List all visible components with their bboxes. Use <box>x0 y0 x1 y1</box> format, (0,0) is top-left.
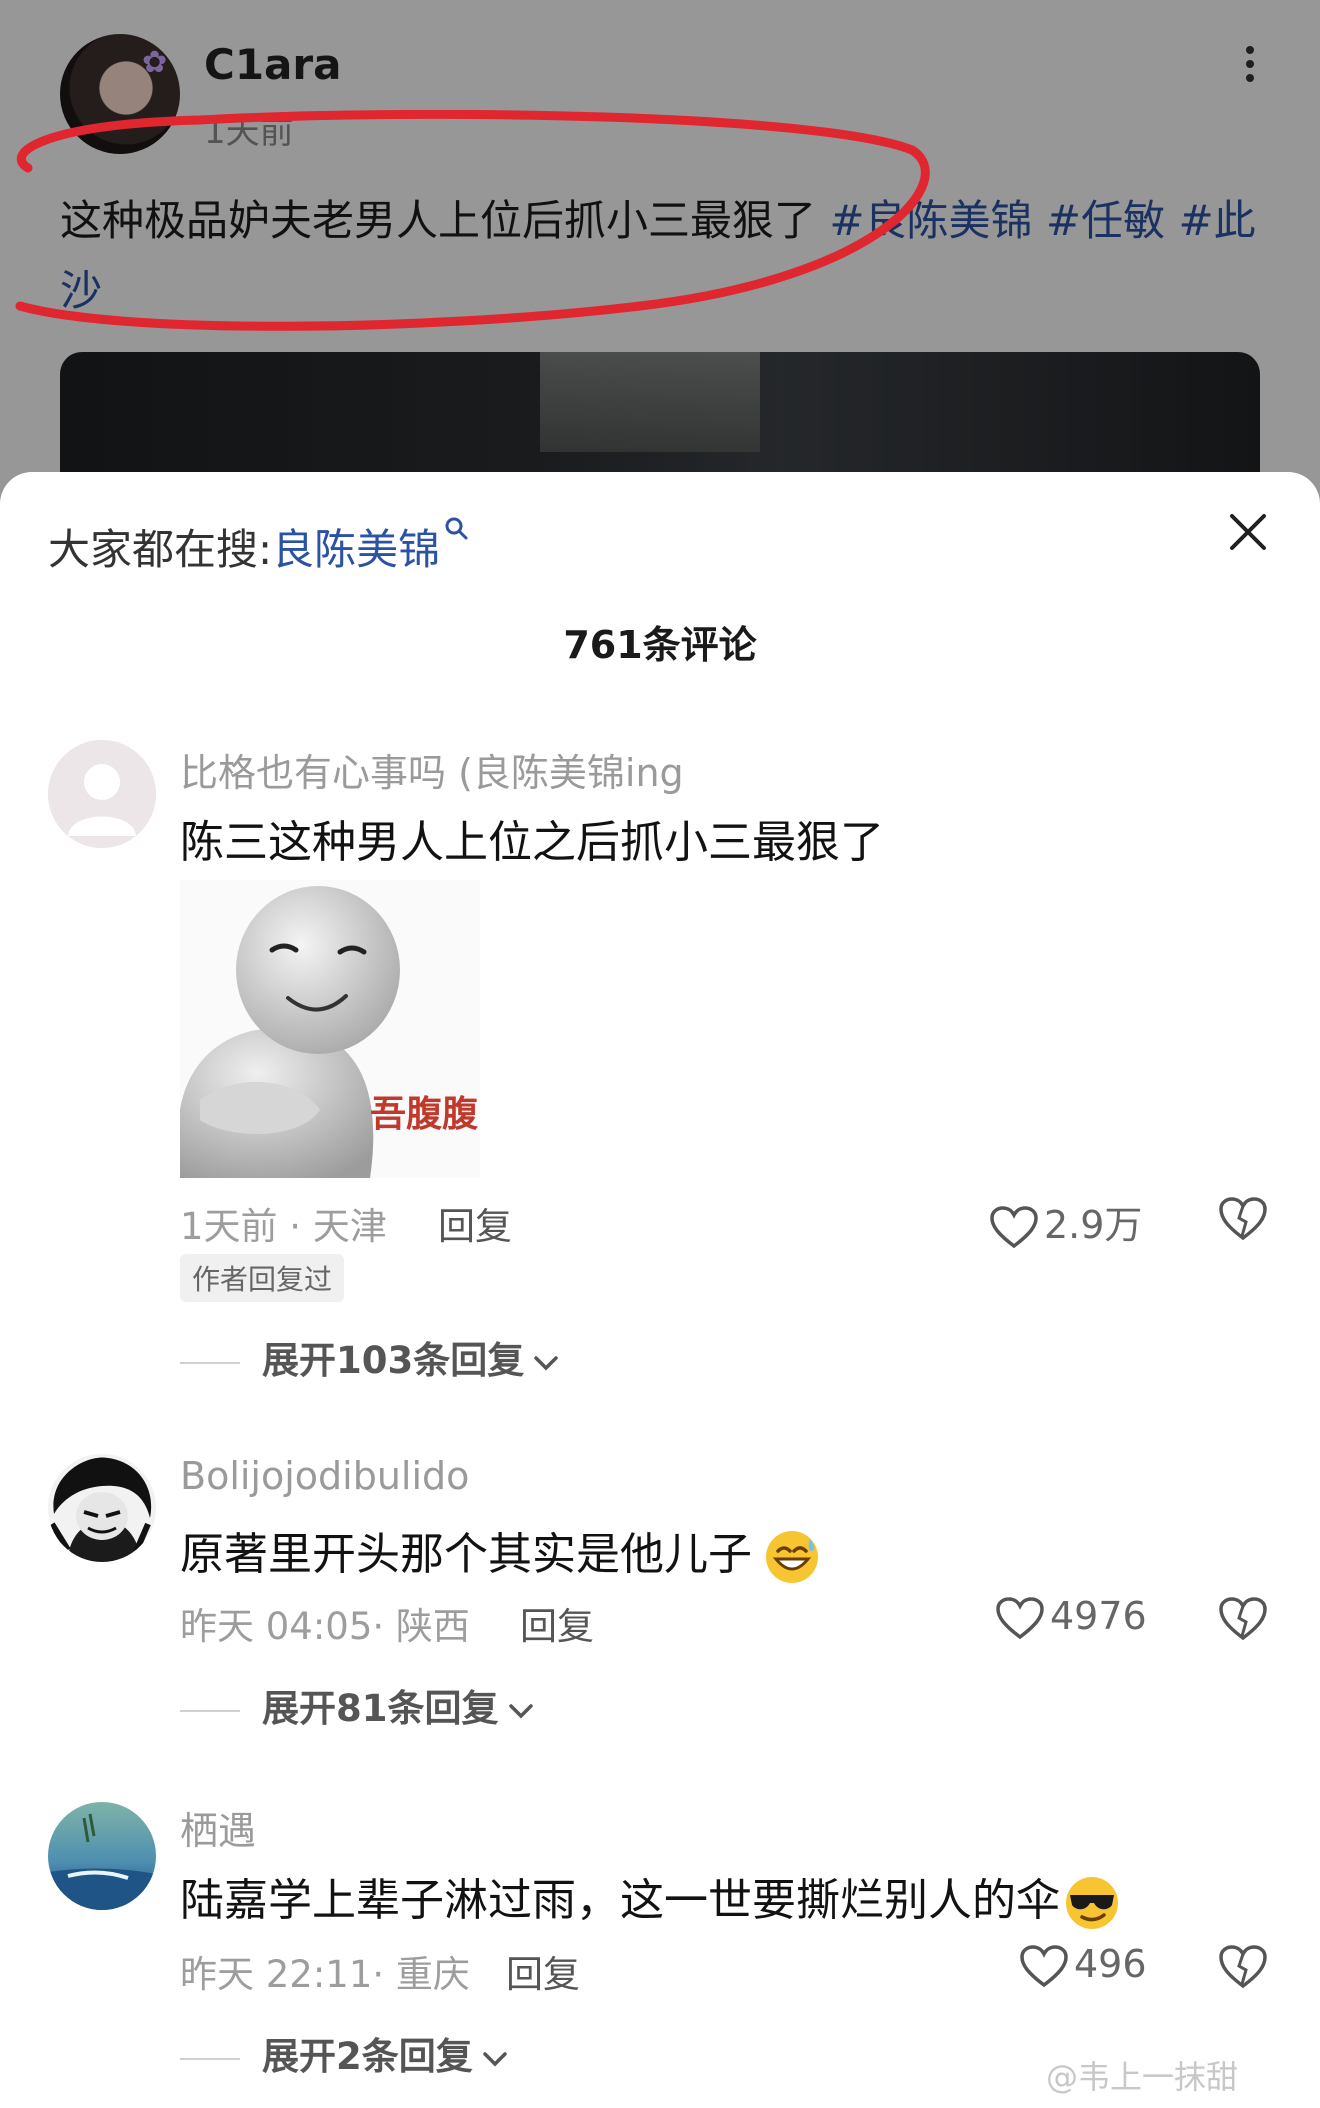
meme-sticker-image[interactable]: 吾腹腹 <box>180 880 480 1178</box>
background-post: ✿ C1ara 1天前 这种极品妒夫老男人上位后抓小三最狠了 #良陈美锦 #任敏… <box>0 0 1320 520</box>
sunglasses-emoji <box>1066 1877 1118 1929</box>
heart-icon <box>990 1205 1038 1248</box>
reply-button[interactable]: 回复 <box>520 1596 594 1650</box>
chevron-down-icon <box>483 2051 507 2066</box>
landscape-avatar-image <box>48 1802 156 1910</box>
comment-meta: 昨天 22:11· 重庆 <box>180 1953 470 1996</box>
broken-heart-icon[interactable] <box>1218 1596 1268 1642</box>
comment-avatar[interactable] <box>48 1454 156 1562</box>
trending-search[interactable]: 大家都在搜:良陈美锦 <box>48 516 470 577</box>
trending-search-term[interactable]: 良陈美锦 <box>272 525 440 574</box>
expand-replies-button[interactable]: 展开81条回复 <box>180 1678 535 1732</box>
reply-button[interactable]: 回复 <box>506 1944 580 1998</box>
default-avatar-icon <box>48 740 156 848</box>
heart-icon <box>996 1596 1044 1639</box>
comment-avatar[interactable] <box>48 1802 156 1910</box>
comment-text-body: 陆嘉学上辈子淋过雨，这一世要撕烂别人的伞 <box>180 1875 1060 1926</box>
comment-meta: 1天前 · 天津 <box>180 1205 387 1248</box>
heart-icon <box>1020 1944 1068 1987</box>
expand-replies-button[interactable]: 展开103条回复 <box>180 1330 560 1384</box>
like-count: 4976 <box>1050 1594 1147 1638</box>
grinning-sweat-emoji <box>766 1531 818 1583</box>
comment-meta: 昨天 04:05· 陕西 <box>180 1605 470 1648</box>
comment-text: 陈三这种男人上位之后抓小三最狠了 <box>180 817 884 868</box>
close-icon[interactable] <box>1224 508 1272 556</box>
like-button[interactable]: 2.9万 <box>990 1194 1142 1250</box>
comment-username[interactable]: Bolijojodibulido <box>180 1454 469 1498</box>
comment-username[interactable]: 比格也有心事吗 (良陈美锦ing <box>180 742 684 797</box>
chevron-down-icon <box>534 1355 558 1370</box>
author-replied-badge: 作者回复过 <box>180 1254 345 1302</box>
expand-replies-label: 展开103条回复 <box>262 1339 525 1382</box>
search-icon <box>445 517 468 540</box>
comment-count: 761条评论 <box>563 623 757 667</box>
comment-text-body: 原著里开头那个其实是他儿子 <box>180 1529 752 1580</box>
expand-replies-button[interactable]: 展开2条回复 <box>180 2026 509 2080</box>
comment-text: 原著里开头那个其实是他儿子 <box>180 1518 820 1585</box>
comment-username[interactable]: 栖遇 <box>180 1800 256 1855</box>
like-button[interactable]: 4976 <box>996 1594 1147 1641</box>
like-button[interactable]: 496 <box>1020 1942 1147 1989</box>
expand-replies-label: 展开81条回复 <box>262 1687 499 1730</box>
reply-button[interactable]: 回复 <box>438 1196 512 1250</box>
red-annotation-circle <box>15 110 930 331</box>
weibo-watermark: @韦上一抹甜 <box>1046 2058 1239 2096</box>
comment-text: 陆嘉学上辈子淋过雨，这一世要撕烂别人的伞 <box>180 1864 1120 1931</box>
like-count: 496 <box>1074 1942 1147 1986</box>
expand-replies-label: 展开2条回复 <box>262 2035 473 2078</box>
chevron-down-icon <box>508 1703 533 1718</box>
sticker-caption: 吾腹腹 <box>370 1094 479 1135</box>
like-count: 2.9万 <box>1044 1203 1143 1247</box>
broken-heart-icon[interactable] <box>1218 1944 1268 1990</box>
trending-search-label: 大家都在搜: <box>48 525 273 574</box>
manga-avatar-image <box>48 1454 156 1562</box>
broken-heart-icon[interactable] <box>1218 1196 1268 1242</box>
comment-avatar[interactable] <box>48 740 156 848</box>
